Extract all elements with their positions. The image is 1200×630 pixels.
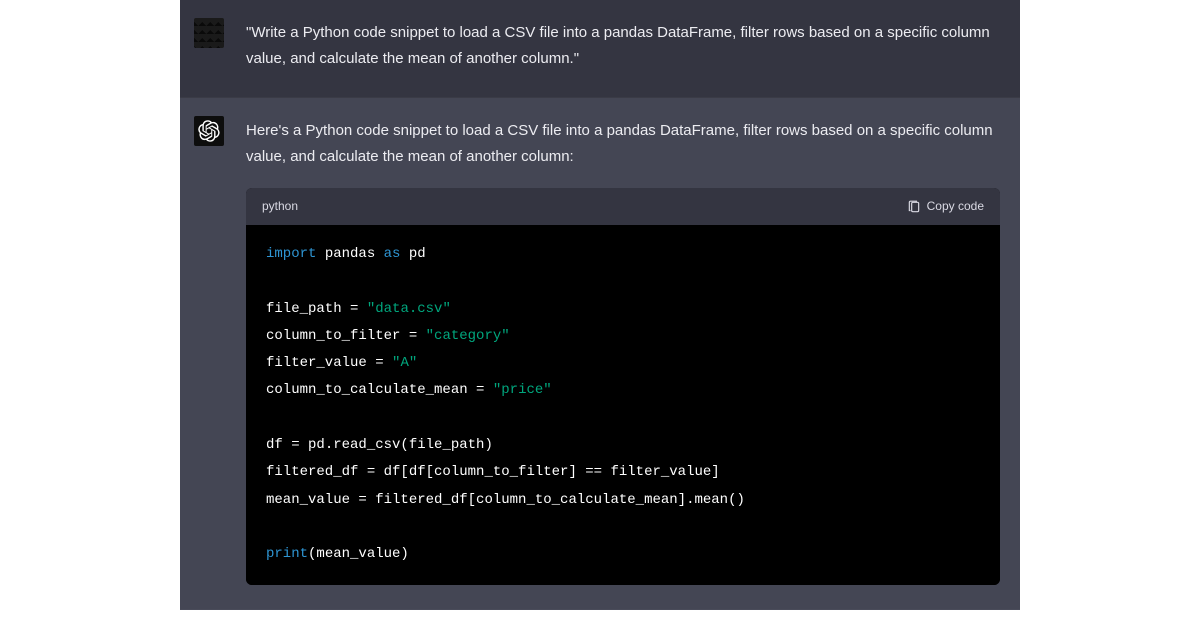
code-language-label: python: [262, 196, 298, 217]
code-token: "data.csv": [367, 301, 451, 317]
code-token: pd: [409, 246, 426, 262]
assistant-avatar: [194, 116, 224, 146]
code-token: pandas: [325, 246, 375, 262]
code-token: =: [342, 301, 367, 317]
code-token: as: [384, 246, 401, 262]
code-token: df: [266, 437, 283, 453]
code-token: "A": [392, 355, 417, 371]
code-token: mean_value: [266, 492, 350, 508]
code-token: "price": [493, 382, 552, 398]
code-token: "category": [426, 328, 510, 344]
code-token: import: [266, 246, 316, 262]
chat-container: "Write a Python code snippet to load a C…: [180, 0, 1020, 630]
code-token: column_to_filter: [266, 328, 400, 344]
code-token: = pd.read_csv(file_path): [283, 437, 493, 453]
openai-logo-icon: [198, 120, 220, 142]
user-message-text: "Write a Python code snippet to load a C…: [246, 18, 1000, 73]
code-token: print: [266, 546, 308, 562]
code-body[interactable]: import pandas as pd file_path = "data.cs…: [246, 225, 1000, 585]
assistant-intro-text: Here's a Python code snippet to load a C…: [246, 118, 1000, 171]
clipboard-icon: [907, 200, 921, 214]
code-token: column_to_calculate_mean: [266, 382, 468, 398]
code-token: file_path: [266, 301, 342, 317]
code-token: =: [400, 328, 425, 344]
code-token: =: [367, 355, 392, 371]
code-token: filter_value: [266, 355, 367, 371]
user-avatar: [194, 18, 224, 48]
code-token: filtered_df: [266, 464, 358, 480]
code-header: python Copy code: [246, 188, 1000, 225]
user-message-row: "Write a Python code snippet to load a C…: [180, 0, 1020, 98]
code-token: = df[df[column_to_filter] == filter_valu…: [358, 464, 719, 480]
code-token: = filtered_df[column_to_calculate_mean].…: [350, 492, 745, 508]
code-token: =: [468, 382, 493, 398]
copy-code-label: Copy code: [927, 196, 984, 217]
assistant-message-row: Here's a Python code snippet to load a C…: [180, 98, 1020, 610]
copy-code-button[interactable]: Copy code: [907, 196, 984, 217]
assistant-message-content: Here's a Python code snippet to load a C…: [246, 116, 1000, 585]
code-block: python Copy code import pandas as pd fil…: [246, 188, 1000, 585]
code-token: (mean_value): [308, 546, 409, 562]
